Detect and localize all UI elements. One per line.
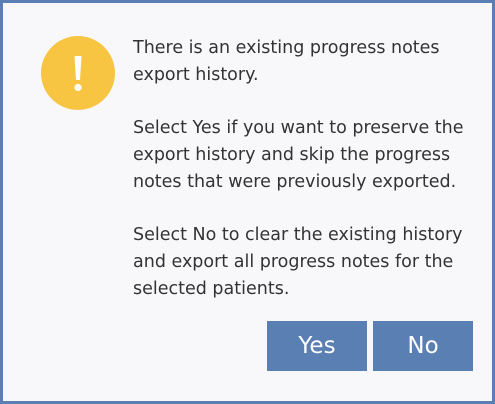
message-paragraph-history: There is an existing progress notes expo… xyxy=(133,38,440,85)
dialog-message: There is an existing progress notes expo… xyxy=(133,35,478,303)
message-paragraph-no-option: Select No to clear the existing history … xyxy=(133,225,463,299)
message-paragraph-yes-option: Select Yes if you want to preserve the e… xyxy=(133,118,464,192)
yes-button[interactable]: Yes xyxy=(267,321,367,371)
exclamation-icon xyxy=(41,36,115,110)
confirmation-dialog: There is an existing progress notes expo… xyxy=(0,0,495,404)
no-button[interactable]: No xyxy=(373,321,473,371)
